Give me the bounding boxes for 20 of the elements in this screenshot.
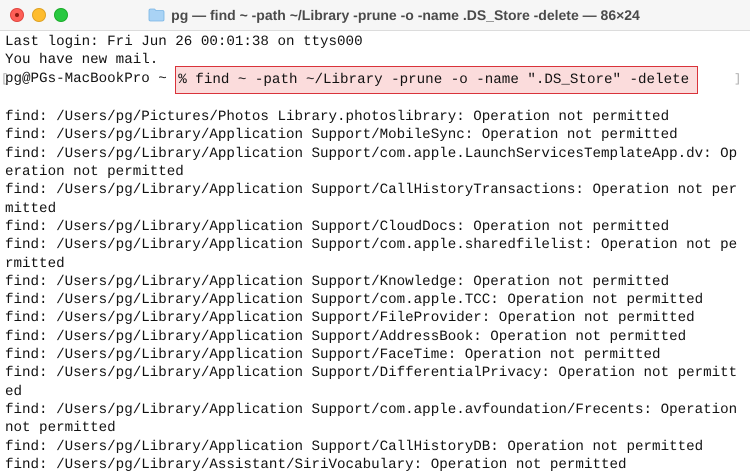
output-line: Last login: Fri Jun 26 00:01:38 on ttys000 [5,33,364,52]
output-line: find: /Users/pg/Library/Application Support/com.apple.TCC: Operation not permitted [5,291,704,310]
command-text: % find ~ -path ~/Library -prune -o -name ".DS_Store" -delete [175,66,698,94]
output-line: find: /Users/pg/Pictures/Photos Library.photoslibrary: Operation not permitted [5,108,670,126]
output-line: find: /Users/pg/Library/Application Support/AddressBook: Operation not permitted [5,328,688,346]
output-line: find: /Users/pg/Library/Assistant/SiriVocabulary: Operation not permitted [5,456,628,474]
output-line: find: /Users/pg/Library/Application Support/FaceTime: Operation not permitted [5,346,662,364]
output-line: find: /Users/pg/Library/Application Support/MobileSync: Operation not permitted [5,126,679,145]
zoom-button[interactable] [54,8,68,22]
close-button[interactable] [10,8,24,22]
output-line: find: /Users/pg/Library/Application Support/CloudDocs: Operation not permitted [5,218,670,236]
output-line: You have new mail. [5,51,160,70]
minimize-button[interactable] [32,8,46,22]
output-line: find: /Users/pg/Library/Application Support/CallHistoryDB: Operation not permitted [5,438,704,456]
output-line: find: /Users/pg/Library/Application Support/FileProvider: Operation not permitted [5,309,696,328]
prompt-mark: ] [734,70,742,88]
folder-icon [148,8,166,22]
output-line: find: /Users/pg/Library/Application Support/Knowledge: Operation not permitted [5,272,670,292]
prompt-mark: [ [1,70,5,88]
window-title: pg — find ~ -path ~/Library -prune -o -name .DS_Store -delete — 86×24 [171,7,640,23]
